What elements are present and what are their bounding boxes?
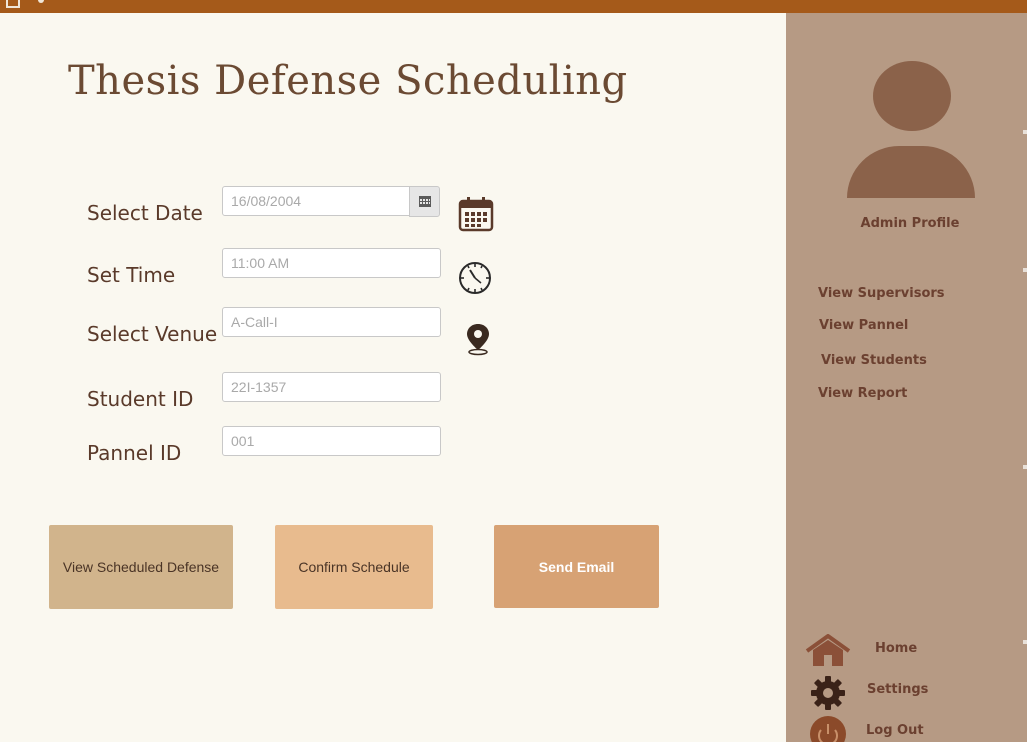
- edge-artifact: [1023, 268, 1027, 272]
- date-input[interactable]: [222, 186, 411, 216]
- nav-view-supervisors[interactable]: View Supervisors: [818, 286, 945, 301]
- home-icon[interactable]: [805, 634, 851, 668]
- confirm-schedule-button[interactable]: Confirm Schedule: [275, 525, 433, 609]
- nav-settings[interactable]: Settings: [867, 682, 928, 697]
- window-app-icon: [6, 0, 20, 8]
- student-id-label: Student ID: [87, 387, 194, 411]
- page-title: Thesis Defense Scheduling: [68, 58, 628, 104]
- power-icon[interactable]: [808, 714, 848, 742]
- avatar-head: [873, 61, 951, 131]
- nav-view-report[interactable]: View Report: [818, 386, 907, 401]
- student-id-input[interactable]: [222, 372, 441, 402]
- date-label: Select Date: [87, 201, 203, 225]
- nav-view-panel[interactable]: View Pannel: [819, 318, 908, 333]
- edge-artifact: [1023, 130, 1027, 134]
- window-title-bar: [0, 0, 1027, 13]
- nav-view-students[interactable]: View Students: [821, 353, 927, 368]
- gear-icon[interactable]: [810, 675, 846, 711]
- nav-logout[interactable]: Log Out: [866, 723, 924, 738]
- venue-label: Select Venue: [87, 322, 218, 346]
- panel-id-label: Pannel ID: [87, 441, 182, 465]
- edge-artifact: [1023, 640, 1027, 644]
- clock-icon[interactable]: [458, 261, 492, 295]
- calendar-icon[interactable]: [458, 196, 494, 232]
- send-email-button[interactable]: Send Email: [494, 525, 659, 608]
- time-input[interactable]: [222, 248, 441, 278]
- admin-profile-label[interactable]: Admin Profile: [800, 216, 1020, 231]
- location-pin-icon[interactable]: [465, 322, 491, 356]
- edge-artifact: [1023, 465, 1027, 469]
- date-picker-button[interactable]: [409, 186, 440, 217]
- calendar-grid-icon: [418, 196, 431, 207]
- venue-input[interactable]: [222, 307, 441, 337]
- nav-home[interactable]: Home: [875, 641, 917, 656]
- time-label: Set Time: [87, 263, 176, 287]
- panel-id-input[interactable]: [222, 426, 441, 456]
- view-scheduled-defense-button[interactable]: View Scheduled Defense: [49, 525, 233, 609]
- window-title-glyph: [38, 0, 44, 3]
